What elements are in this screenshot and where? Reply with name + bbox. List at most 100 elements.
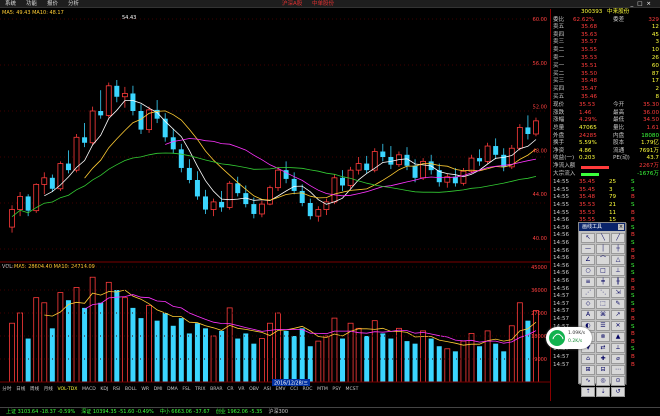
volume-bar bbox=[371, 320, 378, 383]
drawing-toolbar[interactable]: 画线工具× ↖╲╱—│┼∠⌒△○□⊥≡╪╫⋰⋱⇲◇⬚✎A⌘↗◐☰✕⊕⊗▲▼⇄⟂⌂… bbox=[578, 222, 626, 397]
side: S bbox=[631, 293, 635, 300]
tab-0[interactable]: 分时 bbox=[0, 386, 14, 394]
tab-17[interactable]: OBV bbox=[247, 386, 261, 394]
tab-15[interactable]: CR bbox=[225, 386, 236, 394]
draw-tool-7[interactable]: ⌒ bbox=[596, 255, 610, 265]
candle bbox=[41, 177, 48, 185]
price-tick: 56.00 bbox=[533, 61, 547, 67]
tab-21[interactable]: ROC bbox=[300, 386, 315, 394]
volume-bar bbox=[57, 292, 64, 383]
volume-bar bbox=[154, 320, 160, 382]
draw-tool-14[interactable]: ╫ bbox=[611, 277, 625, 287]
draw-tool-0[interactable]: ↖ bbox=[581, 233, 595, 243]
draw-tool-13[interactable]: ╪ bbox=[596, 277, 610, 287]
draw-tool-28[interactable]: ⊗ bbox=[596, 332, 610, 342]
tab-19[interactable]: EMV bbox=[273, 386, 288, 394]
tab-24[interactable]: MCST bbox=[343, 386, 361, 394]
draw-tool-26[interactable]: ✕ bbox=[611, 321, 625, 331]
draw-tool-6[interactable]: ∠ bbox=[581, 255, 595, 265]
draw-tool-29[interactable]: ▲ bbox=[611, 332, 625, 342]
volume: 3 bbox=[655, 39, 659, 46]
time: 14:55 bbox=[553, 209, 570, 216]
draw-tool-20[interactable]: ✎ bbox=[611, 299, 625, 309]
draw-tool-5[interactable]: ┼ bbox=[611, 244, 625, 254]
tab-20[interactable]: CCI bbox=[288, 386, 300, 394]
menu-item-quote[interactable]: 报价 bbox=[42, 0, 63, 8]
draw-tool-42[interactable]: ⇡ bbox=[581, 387, 595, 397]
volume-bar bbox=[33, 297, 40, 383]
tab-4[interactable]: VOL-TDX bbox=[55, 386, 79, 394]
tab-23[interactable]: PSY bbox=[330, 386, 343, 394]
draw-tool-38[interactable]: ⋯ bbox=[611, 365, 625, 375]
volume-bar bbox=[452, 351, 458, 382]
tab-1[interactable]: 日线 bbox=[14, 386, 28, 394]
draw-tool-37[interactable]: ⊟ bbox=[596, 365, 610, 375]
toolbar-close-icon[interactable]: × bbox=[618, 224, 624, 230]
tab-18[interactable]: ASI bbox=[261, 386, 273, 394]
draw-tool-22[interactable]: ⌘ bbox=[596, 310, 610, 320]
value: 7691万 bbox=[639, 147, 659, 154]
draw-tool-15[interactable]: ⋰ bbox=[581, 288, 595, 298]
draw-tool-11[interactable]: ⊥ bbox=[611, 266, 625, 276]
time: 14:56 bbox=[553, 224, 570, 231]
volume: 26 bbox=[651, 54, 659, 61]
draw-tool-4[interactable]: │ bbox=[596, 244, 610, 254]
tab-12[interactable]: FSL bbox=[180, 386, 193, 394]
menu-item-analysis[interactable]: 分析 bbox=[63, 0, 84, 8]
draw-tool-44[interactable]: ↺ bbox=[611, 387, 625, 397]
draw-tool-8[interactable]: △ bbox=[611, 255, 625, 265]
candle bbox=[114, 85, 120, 97]
draw-tool-18[interactable]: ◇ bbox=[581, 299, 595, 309]
tab-10[interactable]: DMI bbox=[151, 386, 164, 394]
draw-tool-10[interactable]: □ bbox=[596, 266, 610, 276]
tab-14[interactable]: BRAR bbox=[208, 386, 225, 394]
index-2: 中小 6663.06 -37.67 bbox=[159, 409, 210, 415]
draw-tool-12[interactable]: ≡ bbox=[581, 277, 595, 287]
tab-11[interactable]: DMA bbox=[165, 386, 180, 394]
kline-chart[interactable]: MA5: 49.43 MA10: 48.17 54.43 60.00 56.00 5… bbox=[0, 9, 550, 404]
value: 4.86 bbox=[579, 147, 592, 154]
draw-tool-36[interactable]: ⊞ bbox=[581, 365, 595, 375]
value: 1.46 bbox=[579, 109, 592, 116]
draw-tool-9[interactable]: ○ bbox=[581, 266, 595, 276]
draw-tool-31[interactable]: ⇄ bbox=[596, 343, 610, 353]
tab-3[interactable]: 月线 bbox=[41, 386, 55, 394]
draw-tool-34[interactable]: ✚ bbox=[596, 354, 610, 364]
draw-tool-35[interactable]: ⌀ bbox=[611, 354, 625, 364]
draw-tool-43[interactable]: ⇣ bbox=[596, 387, 610, 397]
draw-tool-21[interactable]: A bbox=[581, 310, 595, 320]
draw-tool-33[interactable]: ⌂ bbox=[581, 354, 595, 364]
draw-tool-1[interactable]: ╲ bbox=[596, 233, 610, 243]
draw-tool-17[interactable]: ⇲ bbox=[611, 288, 625, 298]
label: 买一 bbox=[553, 63, 565, 70]
side: S bbox=[631, 186, 635, 193]
volume-bar bbox=[340, 338, 346, 382]
draw-tool-2[interactable]: ╱ bbox=[611, 233, 625, 243]
quote-header: 300393 中来股份 bbox=[551, 9, 660, 17]
menu-item-function[interactable]: 功能 bbox=[21, 0, 42, 8]
draw-tool-39[interactable]: ∿ bbox=[581, 376, 595, 386]
draw-tool-19[interactable]: ⬚ bbox=[596, 299, 610, 309]
draw-tool-3[interactable]: — bbox=[581, 244, 595, 254]
menu-item-system[interactable]: 系统 bbox=[0, 0, 21, 8]
draw-tool-32[interactable]: ⟂ bbox=[611, 343, 625, 353]
network-speed-widget[interactable]: 1.09K/s 0.2K/s bbox=[546, 327, 592, 349]
tab-6[interactable]: KDJ bbox=[98, 386, 111, 394]
draw-tool-25[interactable]: ☰ bbox=[596, 321, 610, 331]
time: 14:55 bbox=[553, 186, 570, 193]
tab-9[interactable]: WR bbox=[139, 386, 151, 394]
draw-tool-40[interactable]: ◎ bbox=[596, 376, 610, 386]
window-controls[interactable]: _ □ × bbox=[623, 0, 658, 8]
draw-tool-23[interactable]: ↗ bbox=[611, 310, 625, 320]
draw-tool-41[interactable]: ⊙ bbox=[611, 376, 625, 386]
price-tick: 48.00 bbox=[533, 148, 547, 154]
tab-2[interactable]: 周线 bbox=[28, 386, 42, 394]
tab-7[interactable]: RSI bbox=[111, 386, 123, 394]
label: 今开 bbox=[613, 102, 625, 109]
tab-5[interactable]: MACD bbox=[80, 386, 98, 394]
tab-13[interactable]: TRIX bbox=[193, 386, 208, 394]
tab-16[interactable]: VR bbox=[236, 386, 247, 394]
draw-tool-16[interactable]: ⋱ bbox=[596, 288, 610, 298]
tab-22[interactable]: MTM bbox=[315, 386, 330, 394]
tab-8[interactable]: BOLL bbox=[123, 386, 139, 394]
